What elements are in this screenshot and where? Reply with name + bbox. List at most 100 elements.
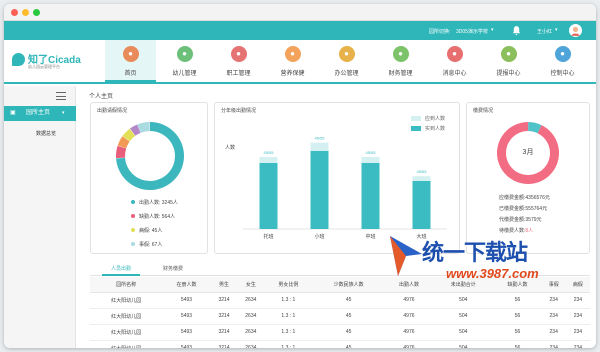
nav-item-message[interactable]: ● 消息中心: [429, 40, 480, 82]
legend-dot: [131, 200, 135, 204]
nav-item-staff[interactable]: ● 职工管理: [213, 40, 264, 82]
user-name[interactable]: 王小红: [537, 28, 552, 35]
table-cell: 504: [433, 292, 494, 309]
attendance-legend-item: 事假: 67人: [131, 241, 162, 248]
staff-icon: ●: [230, 46, 247, 62]
minimize-window-button[interactable]: [22, 9, 29, 16]
attendance-legend-item: 病假: 45人: [131, 227, 162, 234]
bar-actual[interactable]: [259, 163, 278, 229]
table-cell: 234: [565, 324, 590, 341]
nav-item-child[interactable]: ● 幼儿管理: [159, 40, 210, 82]
page-title: 个人主页: [89, 94, 114, 100]
fee-stat-label: 应缴费金额:: [499, 195, 526, 201]
school-switch-label: 园所切换:: [429, 29, 451, 35]
bar-actual[interactable]: [412, 181, 431, 229]
table-cell: 1.3 : 1: [264, 292, 313, 309]
home-icon: ●: [122, 46, 139, 62]
watermark-url: www.3987.com: [446, 266, 539, 281]
x-tick-label: 托班: [263, 233, 273, 240]
table-cell: 1.3 : 1: [264, 308, 313, 325]
table-cell: 504: [433, 308, 494, 325]
school-switch-select[interactable]: 3D05演示学校: [456, 28, 488, 35]
nav-item-label: 办公管理: [334, 71, 359, 77]
table-cell: 56: [493, 340, 542, 348]
table-cell: 红大阳幼儿园: [90, 340, 163, 348]
nav-item-report[interactable]: ● 提报中心: [483, 40, 534, 82]
bar-data-label: 45/55: [263, 150, 274, 155]
table-cell: 45: [312, 308, 385, 325]
nutrition-icon: ●: [284, 46, 301, 62]
nav-item-label: 财务管理: [388, 71, 413, 77]
nav-item-home[interactable]: ● 首页: [105, 40, 156, 82]
table-cell: 56: [493, 308, 542, 325]
nav-item-nutrition[interactable]: ● 营养保健: [267, 40, 318, 82]
table-cell: 234: [541, 308, 566, 325]
sidebar-item-home[interactable]: ▣ 园所主页 ▾: [4, 106, 76, 121]
close-window-button[interactable]: [11, 9, 18, 16]
chevron-down-icon[interactable]: ▾: [491, 27, 494, 33]
sidebar-item-overview[interactable]: 数据总览: [36, 130, 56, 137]
table-cell: 2634: [237, 340, 265, 348]
table-cell: 5493: [162, 292, 211, 309]
column-header[interactable]: 女生: [237, 277, 265, 293]
table-cell: 234: [541, 324, 566, 341]
column-header[interactable]: 男生: [210, 277, 238, 293]
table-cell: 2634: [237, 292, 265, 309]
bell-icon[interactable]: [511, 25, 522, 36]
nav-item-label: 幼儿管理: [172, 71, 197, 77]
fee-stat-row: 应缴费金额:4356576元: [499, 194, 550, 201]
table-row[interactable]: 红大阳幼儿园5493321426341.3 : 1454976504562342…: [90, 292, 590, 309]
column-header[interactable]: 在册人数: [162, 277, 211, 293]
avatar[interactable]: [569, 24, 582, 37]
legend-label: 病假:: [139, 228, 151, 234]
maximize-window-button[interactable]: [33, 9, 40, 16]
table-cell: 5493: [162, 324, 211, 341]
nav-item-control[interactable]: ● 控制中心: [537, 40, 588, 82]
legend-value: 67人: [151, 242, 163, 248]
app-window: 园所切换: 3D05演示学校 ▾ 王小红 ▾ 知了Cicada 幼儿园云管理平台…: [4, 4, 596, 348]
bar-actual[interactable]: [310, 151, 329, 229]
table-row[interactable]: 红大阳幼儿园5493321426341.3 : 1454976504562342…: [90, 308, 590, 325]
watermark-arrow-icon: [390, 236, 422, 276]
legend-dot: [131, 214, 135, 218]
table-cell: 234: [565, 292, 590, 309]
card-title: 出勤请假情况: [97, 108, 128, 114]
logo-mark-icon: [12, 53, 25, 66]
table-cell: 5493: [162, 340, 211, 348]
column-header[interactable]: 少数民族人数: [312, 277, 385, 293]
logo-slogan: 幼儿园云管理平台: [28, 64, 60, 69]
window-titlebar: [4, 4, 596, 21]
column-header[interactable]: 男女比例: [264, 277, 313, 293]
legend-value: 45人: [151, 228, 163, 234]
table-cell: 1.3 : 1: [264, 324, 313, 341]
logo: 知了Cicada 幼儿园云管理平台: [12, 50, 102, 74]
child-icon: ●: [176, 46, 193, 62]
table-cell: 1.3 : 1: [264, 340, 313, 348]
nav-item-finance[interactable]: ● 财务管理: [375, 40, 426, 82]
legend-value: 3245人: [161, 200, 178, 206]
chevron-down-icon: ▾: [62, 110, 65, 116]
table-row[interactable]: 红大阳幼儿园5493321426341.3 : 1454976504562342…: [90, 324, 590, 341]
legend-dot: [131, 242, 135, 246]
bar-data-label: 45/55: [314, 136, 325, 141]
table-cell: 234: [565, 340, 590, 348]
table-cell: 3214: [210, 324, 238, 341]
finance-icon: ●: [392, 46, 409, 62]
user-menu-chevron-icon[interactable]: ▾: [555, 27, 558, 33]
column-header[interactable]: 病假: [565, 277, 590, 293]
attendance-donut-chart: [116, 122, 184, 190]
x-tick-label: 中班: [365, 233, 375, 240]
bar-actual[interactable]: [361, 163, 380, 229]
menu-toggle-icon[interactable]: [56, 92, 66, 100]
column-header[interactable]: 园所名称: [90, 277, 163, 293]
table-cell: 3214: [210, 340, 238, 348]
nav-item-office[interactable]: ● 办公管理: [321, 40, 372, 82]
tab-finance[interactable]: 财务缴费: [154, 262, 192, 276]
table-cell: 4976: [384, 324, 434, 341]
table-cell: 2634: [237, 308, 265, 325]
sidebar: ▣ 园所主页 ▾ 数据总览: [4, 86, 76, 348]
table-row[interactable]: 红大阳幼儿园5493321426341.3 : 1454976504562342…: [90, 340, 590, 348]
table-cell: 45: [312, 324, 385, 341]
tab-attendance[interactable]: 人员出勤: [102, 262, 140, 276]
fee-stat-label: 代缴费金额:: [499, 217, 526, 223]
